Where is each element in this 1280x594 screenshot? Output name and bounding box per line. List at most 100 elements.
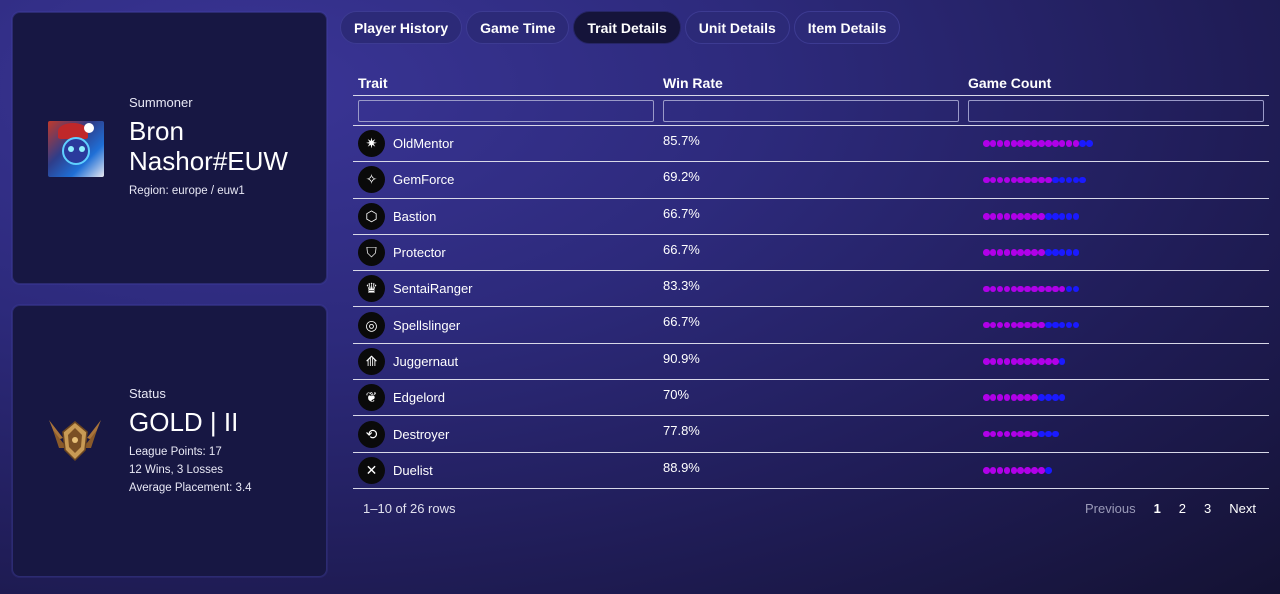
trait-cell: ✕ Duelist — [353, 453, 658, 488]
page-1-button[interactable]: 1 — [1154, 501, 1161, 516]
summoner-label: Summoner — [129, 95, 193, 110]
column-header-win-rate[interactable]: Win Rate — [658, 70, 963, 95]
win-dot — [996, 285, 1004, 293]
win-dot — [1010, 140, 1018, 147]
column-header-trait[interactable]: Trait — [353, 70, 658, 95]
protector-icon: ⛉ — [358, 239, 385, 267]
game-count-dots — [983, 467, 1052, 474]
game-count-cell — [963, 126, 1268, 161]
game-count-cell — [963, 380, 1268, 415]
win-dot — [1003, 321, 1011, 329]
juggernaut-icon: ⟰ — [358, 347, 385, 375]
table-row[interactable]: ✧ GemForce 69.2% — [353, 162, 1269, 199]
win-dot — [1003, 176, 1011, 184]
win-dot — [1010, 467, 1018, 474]
win-loss-record: 12 Wins, 3 Losses — [129, 464, 223, 476]
loss-dot — [1065, 249, 1073, 256]
trait-filter-input[interactable] — [358, 99, 654, 122]
win-dot — [1038, 212, 1045, 220]
trait-name: Destroyer — [393, 426, 450, 442]
sentai-ranger-icon: ♛ — [358, 275, 385, 303]
loss-dot — [1051, 321, 1059, 329]
next-page-button[interactable]: Next — [1229, 501, 1256, 516]
win-dot — [1031, 394, 1038, 402]
game-count-cell — [963, 344, 1268, 379]
loss-dot — [1086, 140, 1093, 147]
old-mentor-icon: ✷ — [358, 130, 385, 158]
game-count-cell — [963, 416, 1268, 451]
win-rate-cell: 66.7% — [663, 205, 700, 221]
table-header: Trait Win Rate Game Count — [353, 70, 1269, 96]
tab-trait-details[interactable]: Trait Details — [573, 11, 681, 44]
table-row[interactable]: ✕ Duelist 88.9% — [353, 453, 1269, 489]
game-count-cell — [963, 162, 1268, 197]
trait-name: Bastion — [393, 208, 437, 224]
pagination: Previous 1 2 3 Next — [1085, 501, 1256, 516]
spellslinger-icon: ◎ — [358, 311, 385, 339]
win-dot — [1045, 176, 1052, 184]
table-row[interactable]: ❦ Edgelord 70% — [353, 380, 1269, 417]
trait-cell: ◎ Spellslinger — [353, 307, 658, 342]
win-dot — [1024, 285, 1031, 293]
win-dot — [1065, 140, 1073, 147]
loss-dot — [1038, 394, 1045, 402]
loss-dot — [1072, 249, 1080, 256]
win-dot — [1024, 249, 1031, 256]
loss-dot — [1079, 140, 1087, 147]
win-dot — [1045, 140, 1052, 147]
win-dot — [989, 467, 997, 474]
loss-dot — [1079, 176, 1087, 184]
tab-player-history[interactable]: Player History — [340, 11, 463, 44]
win-dot — [983, 321, 990, 329]
game-count-filter-input[interactable] — [968, 99, 1264, 122]
win-dot — [989, 212, 997, 220]
tab-game-time[interactable]: Game Time — [466, 11, 570, 44]
win-dot — [983, 467, 990, 474]
win-dot — [1024, 430, 1031, 438]
bastion-icon: ⬡ — [358, 202, 385, 230]
table-row[interactable]: ⟰ Juggernaut 90.9% — [353, 344, 1269, 381]
win-dot — [989, 285, 997, 293]
win-dot — [1031, 467, 1038, 474]
trait-cell: ⛉ Protector — [353, 235, 658, 270]
win-dot — [1058, 140, 1066, 147]
win-rate-filter-input[interactable] — [663, 99, 959, 122]
column-header-game-count[interactable]: Game Count — [963, 70, 1268, 95]
game-count-dots — [983, 358, 1066, 365]
previous-page-button[interactable]: Previous — [1085, 501, 1136, 516]
win-rate-cell: 83.3% — [663, 278, 700, 294]
page-3-button[interactable]: 3 — [1204, 501, 1211, 516]
win-rate-cell: 88.9% — [663, 459, 700, 475]
average-placement: Average Placement: 3.4 — [129, 482, 252, 494]
tab-item-details[interactable]: Item Details — [793, 11, 901, 44]
status-card: Status GOLD | II League Points: 17 12 Wi… — [12, 305, 327, 577]
win-dot — [1003, 467, 1011, 474]
table-row[interactable]: ✷ OldMentor 85.7% — [353, 126, 1269, 163]
win-dot — [1051, 358, 1059, 365]
win-dot — [1038, 249, 1045, 256]
win-dot — [1045, 285, 1052, 293]
tab-unit-details[interactable]: Unit Details — [684, 11, 790, 44]
loss-dot — [1065, 212, 1073, 220]
page-2-button[interactable]: 2 — [1179, 501, 1186, 516]
loss-dot — [1038, 430, 1045, 438]
table-row[interactable]: ⛉ Protector 66.7% — [353, 235, 1269, 272]
table-row[interactable]: ♛ SentaiRanger 83.3% — [353, 271, 1269, 308]
table-row[interactable]: ◎ Spellslinger 66.7% — [353, 307, 1269, 344]
win-rate-cell: 66.7% — [663, 314, 700, 330]
trait-cell: ⟲ Destroyer — [353, 416, 658, 451]
table-row[interactable]: ⬡ Bastion 66.7% — [353, 199, 1269, 235]
trait-cell: ♛ SentaiRanger — [353, 271, 658, 306]
win-dot — [1003, 285, 1011, 293]
loss-dot — [1051, 176, 1059, 184]
trait-name: Duelist — [393, 462, 433, 478]
loss-dot — [1065, 321, 1073, 329]
table-row[interactable]: ⟲ Destroyer 77.8% — [353, 416, 1269, 453]
loss-dot — [1045, 321, 1052, 329]
summoner-name-line2: Nashor#EUW — [129, 146, 288, 176]
win-dot — [1038, 467, 1045, 474]
trait-name: Juggernaut — [393, 353, 459, 369]
summoner-name-line1: Bron — [129, 116, 184, 146]
game-count-cell — [963, 199, 1268, 234]
loss-dot — [1045, 249, 1052, 256]
